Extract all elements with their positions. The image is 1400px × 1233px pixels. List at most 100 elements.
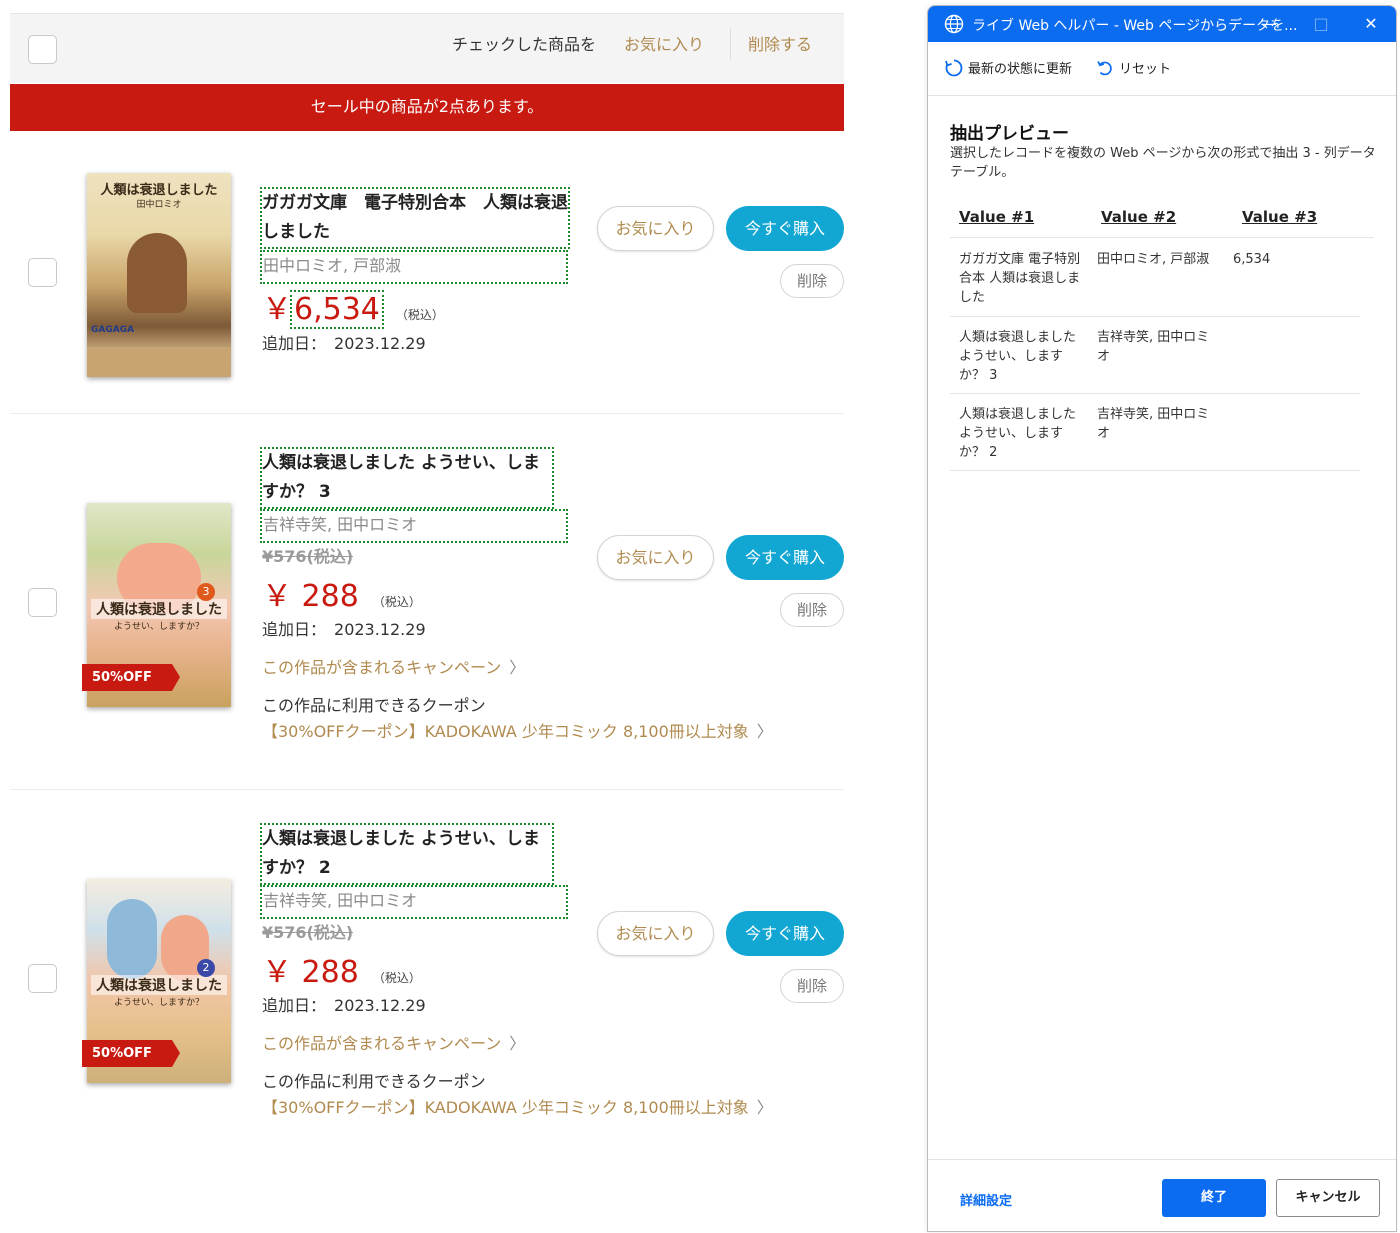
- cover-subtitle: ようせい、しますか？: [113, 622, 204, 632]
- buy-now-button[interactable]: 今すぐ購入: [726, 535, 844, 580]
- original-price: ¥576(税込): [262, 547, 354, 566]
- cover-illustration: [107, 899, 157, 979]
- wishlist-panel: チェックした商品を お気に入り 削除する セール中の商品が2点あります。 人類は…: [10, 0, 844, 1233]
- chevron-right-icon: 〉: [509, 658, 526, 677]
- chevron-right-icon: 〉: [509, 1034, 526, 1053]
- finish-button[interactable]: 終了: [1162, 1179, 1266, 1217]
- tax-label: （税込）: [372, 595, 421, 609]
- price-value: 288: [301, 579, 359, 614]
- volume-badge: 2: [197, 959, 215, 977]
- cover-title: 人類は衰退しました: [91, 975, 227, 995]
- publisher-logo: GAGAGA: [91, 325, 135, 335]
- table-row: 人類は衰退しました ようせい、しますか？ 2 吉祥寺笑, 田中ロミオ: [950, 394, 1360, 471]
- bulk-delete-link[interactable]: 削除する: [748, 31, 812, 55]
- added-label: 追加日：: [262, 996, 327, 1015]
- item-checkbox[interactable]: [28, 964, 57, 993]
- buy-now-button[interactable]: 今すぐ購入: [726, 206, 844, 251]
- coupon-link[interactable]: 【30%OFFクーポン】KADOKAWA 少年コミック 8,100冊以上対象〉: [262, 718, 773, 742]
- coupon-link-label: 【30%OFFクーポン】KADOKAWA 少年コミック 8,100冊以上対象: [262, 722, 749, 741]
- added-label: 追加日：: [262, 620, 327, 639]
- currency-symbol: ￥: [262, 955, 292, 990]
- book-cover[interactable]: 人類は衰退しました 田中ロミオ GAGAGA: [87, 173, 231, 377]
- column-header[interactable]: Value #3: [1242, 208, 1317, 226]
- table-cell: ガガガ文庫 電子特別合本 人類は衰退しました: [959, 252, 1081, 305]
- added-date: 追加日： 2023.12.29: [262, 992, 426, 1016]
- select-all-checkbox[interactable]: [28, 35, 57, 64]
- discount-badge: 50%OFF: [82, 664, 180, 691]
- item-title[interactable]: 人類は衰退しました ようせい、しますか？ 2: [260, 823, 554, 885]
- column-header[interactable]: Value #2: [1101, 208, 1176, 226]
- discount-badge: 50%OFF: [82, 1040, 180, 1067]
- item-title[interactable]: 人類は衰退しました ようせい、しますか？ 3: [260, 447, 554, 509]
- minimize-icon[interactable]: —: [1254, 10, 1284, 38]
- cover-illustration: [127, 233, 187, 313]
- delete-button[interactable]: 削除: [780, 264, 844, 298]
- cover-band: [87, 347, 231, 377]
- close-icon[interactable]: ✕: [1356, 10, 1386, 38]
- advanced-settings-link[interactable]: 詳細設定: [960, 1190, 1012, 1209]
- favorite-button[interactable]: お気に入り: [597, 911, 714, 956]
- bulk-action-bar: チェックした商品を お気に入り 削除する: [10, 13, 844, 83]
- item-price: ￥6,534 （税込）: [262, 284, 444, 329]
- coupon-label: この作品に利用できるクーポン: [262, 1072, 486, 1091]
- added-date: 追加日： 2023.12.29: [262, 616, 426, 640]
- bulk-action-label: チェックした商品を: [452, 35, 597, 54]
- original-price: ¥576(税込): [262, 923, 354, 942]
- table-cell: 6,534: [1233, 252, 1271, 267]
- item-price: ￥ 288 （税込）: [262, 947, 421, 991]
- table-cell: 吉祥寺笑, 田中ロミオ: [1097, 330, 1210, 364]
- item-checkbox[interactable]: [28, 588, 57, 617]
- preview-description: 選択したレコードを複数の Web ページから次の形式で抽出 3 - 列データ テ…: [950, 146, 1376, 180]
- cover-title: 人類は衰退しました: [91, 599, 227, 619]
- sale-banner: セール中の商品が2点あります。: [10, 84, 844, 131]
- item-author[interactable]: 田中ロミオ, 戸部淑: [260, 250, 568, 284]
- table-row: ガガガ文庫 電子特別合本 人類は衰退しました 田中ロミオ, 戸部淑 6,534: [950, 239, 1360, 317]
- price-value[interactable]: 6,534: [290, 290, 384, 329]
- campaign-link-label: この作品が含まれるキャンペーン: [262, 658, 502, 677]
- chevron-right-icon: 〉: [756, 1098, 773, 1117]
- refresh-icon: [945, 59, 963, 77]
- added-date-value: 2023.12.29: [334, 334, 426, 353]
- delete-button[interactable]: 削除: [780, 969, 844, 1003]
- preview-title: 抽出プレビュー: [950, 124, 1069, 144]
- buy-now-button[interactable]: 今すぐ購入: [726, 911, 844, 956]
- favorite-button[interactable]: お気に入り: [597, 535, 714, 580]
- added-date-value: 2023.12.29: [334, 620, 426, 639]
- table-cell: 吉祥寺笑, 田中ロミオ: [1097, 407, 1210, 441]
- refresh-button[interactable]: 最新の状態に更新: [944, 58, 1072, 78]
- helper-footer: 詳細設定 終了 キャンセル: [928, 1159, 1396, 1231]
- live-web-helper-window: ライブ Web ヘルパー - Web ページからデータを... — □ ✕ 最新…: [927, 5, 1397, 1232]
- added-label: 追加日：: [262, 334, 327, 353]
- item-checkbox[interactable]: [28, 258, 57, 287]
- currency-symbol: ￥: [262, 579, 292, 614]
- item-title[interactable]: ガガガ文庫 電子特別合本 人類は衰退しました: [260, 187, 570, 249]
- item-divider: [10, 789, 844, 790]
- window-title: ライブ Web ヘルパー - Web ページからデータを...: [972, 18, 1298, 34]
- table-cell: 人類は衰退しました ようせい、しますか？ 2: [959, 407, 1077, 460]
- favorite-button[interactable]: お気に入り: [597, 206, 714, 251]
- column-header[interactable]: Value #1: [959, 208, 1034, 226]
- item-price: ￥ 288 （税込）: [262, 571, 421, 615]
- reset-label: リセット: [1119, 62, 1172, 77]
- cover-title: 人類は衰退しました: [100, 183, 218, 198]
- cancel-button[interactable]: キャンセル: [1276, 1179, 1380, 1217]
- tax-label: （税込）: [395, 308, 444, 322]
- globe-icon: [944, 14, 964, 34]
- cover-author: 田中ロミオ: [136, 200, 182, 210]
- table-cell: 田中ロミオ, 戸部淑: [1097, 252, 1210, 267]
- item-author[interactable]: 吉祥寺笑, 田中ロミオ: [260, 885, 568, 919]
- bulk-favorite-link[interactable]: お気に入り: [624, 31, 704, 55]
- added-date-value: 2023.12.29: [334, 996, 426, 1015]
- tax-label: （税込）: [372, 971, 421, 985]
- window-titlebar[interactable]: ライブ Web ヘルパー - Web ページからデータを... — □ ✕: [928, 6, 1396, 42]
- campaign-link[interactable]: この作品が含まれるキャンペーン〉: [262, 1030, 525, 1054]
- coupon-link[interactable]: 【30%OFFクーポン】KADOKAWA 少年コミック 8,100冊以上対象〉: [262, 1094, 773, 1118]
- maximize-icon[interactable]: □: [1306, 10, 1336, 38]
- item-author[interactable]: 吉祥寺笑, 田中ロミオ: [260, 509, 568, 543]
- campaign-link[interactable]: この作品が含まれるキャンペーン〉: [262, 654, 525, 678]
- table-cell: 人類は衰退しました ようせい、しますか？ 3: [959, 330, 1077, 383]
- coupon-link-label: 【30%OFFクーポン】KADOKAWA 少年コミック 8,100冊以上対象: [262, 1098, 749, 1117]
- price-value: 288: [301, 955, 359, 990]
- reset-button[interactable]: リセット: [1095, 58, 1171, 78]
- delete-button[interactable]: 削除: [780, 593, 844, 627]
